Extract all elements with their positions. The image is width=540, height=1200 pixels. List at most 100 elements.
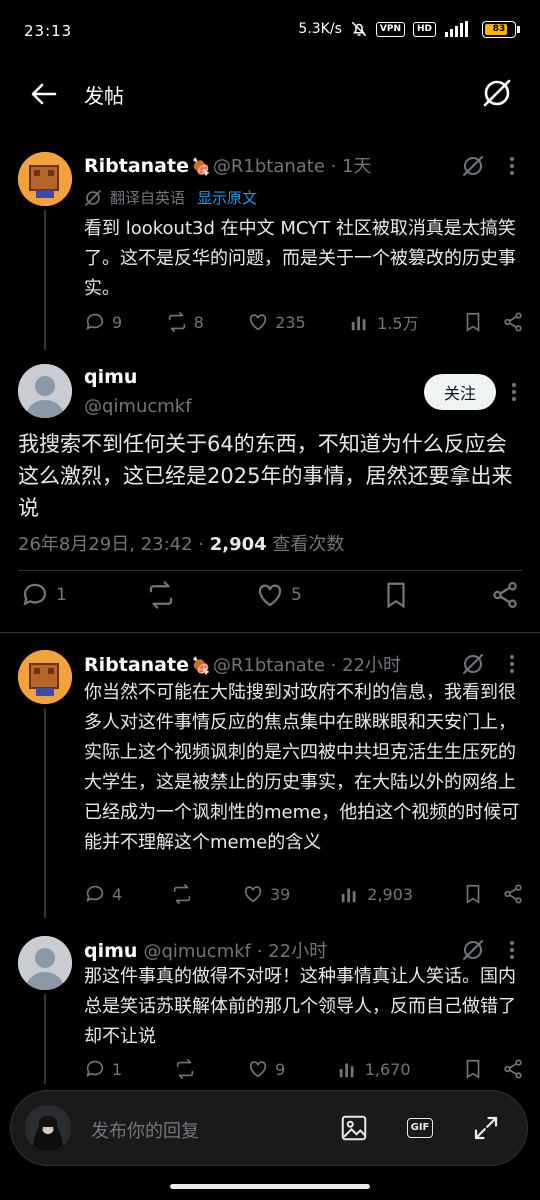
status-time: 23:13 [24, 22, 73, 40]
tweet-actions: 1 5 [20, 580, 520, 610]
views-button[interactable]: 2,903 [339, 883, 413, 905]
reply-button[interactable]: 9 [84, 311, 122, 333]
signal-icon [444, 21, 474, 37]
handle[interactable]: @qimucmkf [84, 396, 192, 417]
handle-row: @qimucmkf [84, 396, 192, 417]
translation-row: 翻译自英语 显示原文 [84, 187, 257, 208]
tweet-meta: 26年8月29日, 23:42 · 2,904 查看次数 [18, 530, 344, 556]
avatar[interactable] [18, 936, 72, 990]
divider [0, 632, 540, 633]
more-options-icon[interactable] [502, 652, 522, 676]
repost-button[interactable]: 8 [166, 311, 204, 333]
like-button[interactable]: 235 [247, 311, 306, 333]
meat-emoji: 🍖 [190, 656, 211, 675]
reply-count: 9 [112, 312, 123, 332]
view-count: 1,670 [364, 1059, 411, 1079]
page-title: 发帖 [84, 84, 124, 108]
avatar[interactable] [18, 364, 72, 418]
repost-count: 8 [193, 312, 204, 332]
handle-time[interactable]: @R1btanate · 22小时 [213, 651, 401, 677]
handle-time[interactable]: @R1btanate · 1天 [213, 152, 372, 178]
tweet-header: Ribtanate 🍖 @R1btanate · 22小时 [84, 651, 401, 677]
handle-time[interactable]: @qimucmkf · 22小时 [143, 937, 327, 963]
tweet-header: qimu [84, 366, 137, 388]
translated-label: 翻译自英语 [110, 189, 186, 207]
like-count: 235 [275, 312, 306, 332]
like-count: 9 [275, 1059, 286, 1079]
share-button[interactable] [502, 1058, 524, 1080]
mute-bell-icon [350, 20, 368, 38]
thread-line [44, 708, 46, 918]
grok-translate-icon [84, 189, 102, 207]
tweet-actions: 1 9 1,670 [84, 1058, 524, 1080]
repost-button[interactable] [171, 883, 193, 905]
tweet-actions: 9 8 235 1.5万 [84, 310, 524, 334]
like-button[interactable]: 9 [247, 1058, 285, 1080]
grok-icon[interactable] [460, 651, 486, 677]
tweet-text: 看到 lookout3d 在中文 MCYT 社区被取消真是太搞笑了。这不是反华的… [84, 218, 516, 299]
thread-line [44, 994, 46, 1084]
share-button[interactable] [502, 883, 524, 905]
follow-button[interactable]: 关注 [424, 374, 496, 410]
display-name[interactable]: Ribtanate [84, 654, 189, 676]
grok-icon[interactable] [460, 937, 486, 963]
grok-icon[interactable] [460, 153, 486, 179]
more-options-icon[interactable] [504, 380, 524, 404]
like-count: 5 [290, 585, 302, 605]
gif-label: GIF [406, 1118, 434, 1138]
tweet-header: qimu @qimucmkf · 22小时 [84, 937, 327, 963]
back-arrow-icon[interactable] [28, 78, 60, 110]
status-indicators: 5.3K/s VPN HD 83 [298, 20, 520, 38]
grok-icon[interactable] [480, 76, 514, 110]
network-speed: 5.3K/s [298, 21, 342, 37]
reply-count: 4 [112, 884, 123, 904]
avatar[interactable] [18, 650, 72, 704]
like-button[interactable]: 39 [242, 883, 290, 905]
reply-button[interactable]: 1 [20, 580, 67, 610]
expand-icon[interactable] [471, 1113, 501, 1143]
view-count: 1.5万 [377, 314, 419, 333]
vpn-badge: VPN [375, 21, 405, 37]
image-icon[interactable] [339, 1113, 369, 1143]
views-button[interactable]: 1,670 [337, 1058, 411, 1080]
share-button[interactable] [502, 311, 524, 333]
repost-button[interactable] [174, 1058, 196, 1080]
show-original-link[interactable]: 显示原文 [197, 187, 257, 208]
bookmark-button[interactable] [462, 883, 484, 905]
divider [18, 570, 522, 571]
meat-emoji: 🍖 [190, 157, 211, 176]
tweet-actions: 4 39 2,903 [84, 883, 524, 905]
display-name[interactable]: qimu [84, 940, 137, 962]
reply-button[interactable]: 1 [84, 1058, 122, 1080]
top-app-bar: 发帖 [0, 64, 540, 122]
avatar[interactable] [18, 152, 72, 206]
timestamp: 26年8月29日, 23:42 · [18, 534, 210, 555]
bookmark-button[interactable] [462, 1058, 484, 1080]
bookmark-button[interactable] [381, 580, 411, 610]
views-button[interactable]: 1.5万 [349, 310, 419, 334]
tweet-text: 你当然不可能在大陆搜到对政府不利的信息，我看到很多人对这件事情反应的焦点集中在眯… [84, 682, 520, 853]
view-count: 2,903 [367, 884, 414, 904]
tweet-text: 那这件事真的做得不对呀！这种事情真让人笑话。国内总是笑话苏联解体前的那几个领导人… [84, 966, 516, 1047]
more-options-icon[interactable] [502, 938, 522, 962]
user-avatar[interactable] [25, 1105, 71, 1151]
tweet-header: Ribtanate 🍖 @R1btanate · 1天 [84, 152, 372, 178]
reply-button[interactable]: 4 [84, 883, 122, 905]
battery-level: 83 [492, 24, 506, 34]
reply-input[interactable]: 发布你的回复 [91, 1117, 199, 1143]
share-button[interactable] [490, 580, 520, 610]
display-name[interactable]: Ribtanate [84, 155, 189, 177]
like-button[interactable]: 5 [255, 580, 302, 610]
more-options-icon[interactable] [502, 154, 522, 178]
display-name[interactable]: qimu [84, 366, 137, 388]
gif-icon[interactable]: GIF [405, 1113, 435, 1143]
reply-count: 1 [112, 1059, 123, 1079]
home-indicator[interactable] [170, 1184, 370, 1189]
tweet-text: 我搜索不到任何关于64的东西，不知道为什么反应会这么激烈，这已经是2025年的事… [18, 432, 513, 520]
view-count: 2,904 [209, 534, 267, 555]
reply-composer: 发布你的回复 GIF [10, 1090, 528, 1166]
status-bar: 23:13 5.3K/s VPN HD 83 [0, 0, 540, 64]
bookmark-button[interactable] [462, 311, 484, 333]
repost-button[interactable] [146, 580, 176, 610]
reply-count: 1 [56, 585, 67, 605]
